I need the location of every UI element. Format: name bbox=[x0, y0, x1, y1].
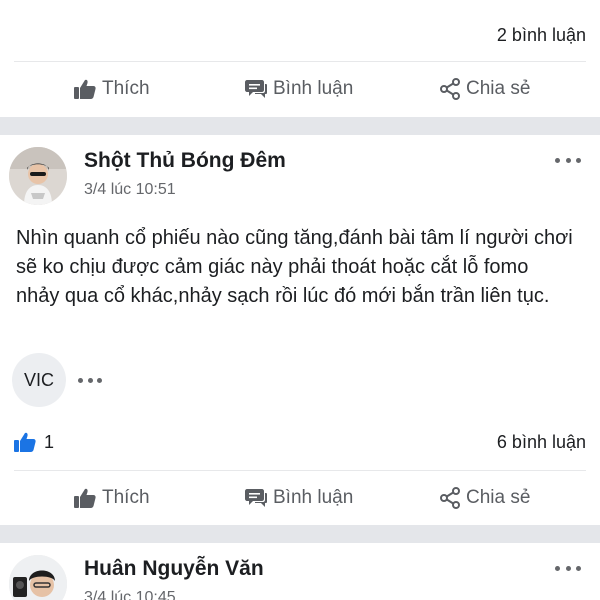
avatar[interactable] bbox=[9, 147, 67, 205]
divider bbox=[14, 61, 586, 62]
share-label: Chia sẻ bbox=[466, 78, 531, 99]
comment-icon bbox=[245, 489, 267, 507]
share-icon bbox=[440, 487, 460, 509]
like-count[interactable]: 1 bbox=[14, 432, 54, 453]
author-name[interactable]: Shột Thủ Bóng Đêm bbox=[84, 149, 286, 173]
post-separator bbox=[0, 525, 600, 543]
like-button[interactable]: Thích bbox=[74, 78, 150, 100]
post: Shột Thủ Bóng Đêm 3/4 lúc 10:51 Nhìn qua… bbox=[0, 135, 600, 525]
comment-count[interactable]: 6 bình luận bbox=[497, 432, 586, 453]
post-separator bbox=[0, 117, 600, 135]
thumbs-up-icon bbox=[74, 488, 96, 508]
comment-label: Bình luận bbox=[273, 78, 354, 99]
like-number: 1 bbox=[44, 431, 55, 452]
comment-button[interactable]: Bình luận bbox=[245, 78, 353, 100]
divider bbox=[14, 470, 586, 471]
post-text: Nhìn quanh cổ phiếu nào cũng tăng,đánh b… bbox=[16, 227, 573, 307]
avatar-image bbox=[9, 555, 67, 600]
like-label: Thích bbox=[102, 487, 150, 508]
more-tags-icon[interactable] bbox=[78, 376, 102, 384]
author-name[interactable]: Huân Nguyễn Văn bbox=[84, 557, 264, 581]
next-post: Huân Nguyễn Văn 3/4 lúc 10:45 bbox=[0, 543, 600, 600]
post-stats: 2 bình luận bbox=[14, 23, 586, 47]
more-options-icon[interactable] bbox=[555, 155, 581, 165]
avatar[interactable] bbox=[9, 555, 67, 600]
like-button[interactable]: Thích bbox=[74, 487, 150, 509]
thumbs-up-icon bbox=[74, 79, 96, 99]
stock-tag-label: VIC bbox=[23, 369, 54, 390]
action-bar: Thích Bình luận Chia sẻ bbox=[0, 69, 600, 109]
comment-label: Bình luận bbox=[273, 487, 354, 508]
post-time[interactable]: 3/4 lúc 10:51 bbox=[84, 181, 176, 199]
comment-icon bbox=[245, 80, 267, 98]
more-options-icon[interactable] bbox=[555, 563, 581, 573]
avatar-image bbox=[9, 147, 67, 205]
like-label: Thích bbox=[102, 78, 150, 99]
share-button[interactable]: Chia sẻ bbox=[440, 487, 530, 509]
comment-button[interactable]: Bình luận bbox=[245, 487, 353, 509]
share-label: Chia sẻ bbox=[466, 487, 531, 508]
comment-count[interactable]: 2 bình luận bbox=[497, 25, 586, 46]
share-button[interactable]: Chia sẻ bbox=[440, 78, 530, 100]
previous-post: 2 bình luận Thích Bình luận Chia sẻ bbox=[0, 0, 600, 117]
blue-like-icon bbox=[14, 432, 36, 452]
stock-tag[interactable]: VIC bbox=[12, 353, 66, 407]
post-stats: 1 6 bình luận bbox=[14, 430, 586, 454]
share-icon bbox=[440, 78, 460, 100]
action-bar: Thích Bình luận Chia sẻ bbox=[0, 478, 600, 518]
post-time[interactable]: 3/4 lúc 10:45 bbox=[84, 589, 176, 600]
